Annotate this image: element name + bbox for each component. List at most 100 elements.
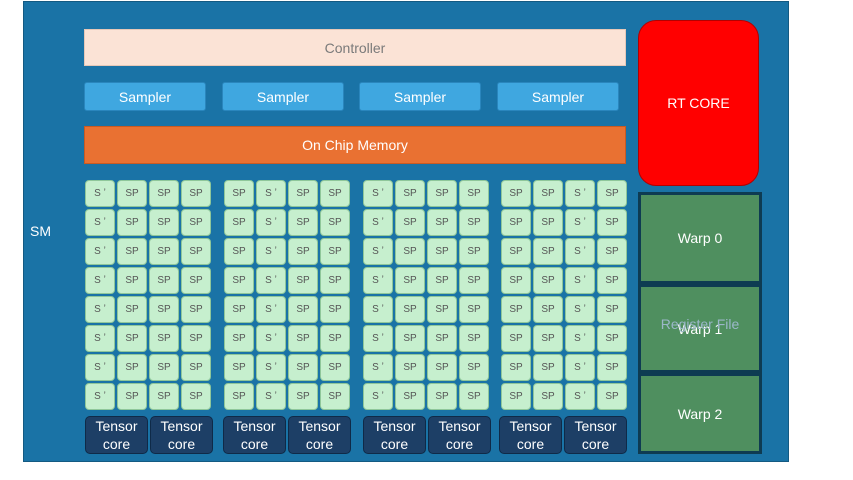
sp-cell: SP — [288, 180, 318, 207]
sp-cell: SP — [459, 238, 489, 265]
sp-cell: SP — [395, 383, 425, 410]
sp-cell: SP — [427, 267, 457, 294]
sp-cell: S ʼ — [256, 383, 286, 410]
tensor-core-4: Tensor core — [288, 416, 351, 454]
sp-cell: SP — [288, 296, 318, 323]
sp-cell: SP — [597, 325, 627, 352]
sp-cell: S ʼ — [565, 238, 595, 265]
sp-cell: SP — [395, 209, 425, 236]
sp-cell: SP — [117, 383, 147, 410]
sp-cell: SP — [149, 267, 179, 294]
sp-cell: S ʼ — [565, 354, 595, 381]
controller-block: Controller — [84, 29, 626, 66]
sp-cell: SP — [501, 180, 531, 207]
sp-block-2: SP S ʼ SP SP SP S ʼ SP SP SP S ʼ SP SP SP S ʼ SP SP SP S … — [224, 180, 350, 410]
sp-cell: S ʼ — [85, 209, 115, 236]
register-file-label: Register File — [660, 316, 740, 332]
sp-cell: SP — [117, 325, 147, 352]
sp-cell: SP — [597, 209, 627, 236]
sp-cell: SP — [395, 354, 425, 381]
on-chip-memory: On Chip Memory — [84, 126, 626, 164]
sp-cell: SP — [288, 238, 318, 265]
sp-cell: SP — [533, 383, 563, 410]
sp-cell: SP — [427, 354, 457, 381]
sp-cell: SP — [597, 180, 627, 207]
sp-cell: SP — [149, 180, 179, 207]
sp-cell: SP — [459, 325, 489, 352]
sp-cell: SP — [224, 325, 254, 352]
sp-cell: SP — [427, 180, 457, 207]
sp-cell: SP — [427, 383, 457, 410]
sp-cell: SP — [149, 325, 179, 352]
sp-cell: SP — [288, 354, 318, 381]
sp-cell: SP — [533, 296, 563, 323]
sp-cell: SP — [181, 180, 211, 207]
sp-cell: SP — [117, 267, 147, 294]
sp-cell: SP — [533, 267, 563, 294]
sp-cell: S ʼ — [363, 325, 393, 352]
sp-cell: SP — [395, 296, 425, 323]
sp-cell: SP — [320, 325, 350, 352]
sm-label: SM — [30, 223, 51, 239]
sp-cell: SP — [459, 267, 489, 294]
sp-cell: SP — [117, 354, 147, 381]
sp-cell: SP — [320, 180, 350, 207]
sp-cell: SP — [288, 325, 318, 352]
sp-cell: SP — [320, 238, 350, 265]
sp-cell: SP — [597, 267, 627, 294]
sp-cell: SP — [427, 238, 457, 265]
sp-cell: S ʼ — [363, 296, 393, 323]
sp-cell: SP — [501, 267, 531, 294]
sp-cell: SP — [149, 296, 179, 323]
sp-cell: S ʼ — [565, 209, 595, 236]
sp-cell: SP — [149, 383, 179, 410]
sp-cell: SP — [533, 209, 563, 236]
tensor-core-1: Tensor core — [85, 416, 148, 454]
sp-cell: S ʼ — [256, 180, 286, 207]
tensor-core-2: Tensor core — [150, 416, 213, 454]
sp-cell: SP — [459, 354, 489, 381]
sampler-2: Sampler — [222, 82, 344, 111]
sampler-3: Sampler — [359, 82, 481, 111]
sp-cell: S ʼ — [85, 267, 115, 294]
sp-cell: SP — [224, 238, 254, 265]
sp-cell: SP — [224, 296, 254, 323]
sp-cell: SP — [181, 354, 211, 381]
tensor-core-8: Tensor core — [564, 416, 627, 454]
rt-core: RT CORE — [638, 20, 759, 186]
sampler-1: Sampler — [84, 82, 206, 111]
sp-cell: S ʼ — [85, 354, 115, 381]
sp-cell: SP — [320, 296, 350, 323]
sp-cell: S ʼ — [256, 209, 286, 236]
sp-cell: S ʼ — [565, 267, 595, 294]
sp-cell: SP — [427, 209, 457, 236]
sp-cell: S ʼ — [363, 209, 393, 236]
sp-cell: SP — [533, 238, 563, 265]
sp-cell: SP — [320, 209, 350, 236]
sp-cell: S ʼ — [85, 296, 115, 323]
sp-cell: SP — [224, 267, 254, 294]
sampler-4: Sampler — [497, 82, 619, 111]
sp-cell: S ʼ — [363, 383, 393, 410]
sp-cell: S ʼ — [256, 296, 286, 323]
sp-cell: SP — [224, 383, 254, 410]
sp-cell: SP — [117, 180, 147, 207]
warp-2: Warp 2 — [638, 373, 762, 454]
sp-cell: SP — [181, 209, 211, 236]
sp-cell: SP — [117, 238, 147, 265]
sp-block-4: SP SP S ʼ SP SP SP S ʼ SP SP SP S ʼ SP SP SP S ʼ SP SP SP… — [501, 180, 627, 410]
sp-cell: SP — [224, 180, 254, 207]
sp-cell: S ʼ — [256, 267, 286, 294]
sp-cell: S ʼ — [363, 354, 393, 381]
sp-cell: SP — [149, 354, 179, 381]
warp-0: Warp 0 — [638, 192, 762, 284]
sp-cell: S ʼ — [256, 354, 286, 381]
sp-cell: SP — [501, 383, 531, 410]
sp-cell: SP — [533, 325, 563, 352]
sp-cell: SP — [288, 267, 318, 294]
sp-cell: SP — [320, 354, 350, 381]
tensor-core-3: Tensor core — [223, 416, 286, 454]
sp-cell: SP — [395, 267, 425, 294]
tensor-core-5: Tensor core — [363, 416, 426, 454]
sp-cell: SP — [459, 383, 489, 410]
